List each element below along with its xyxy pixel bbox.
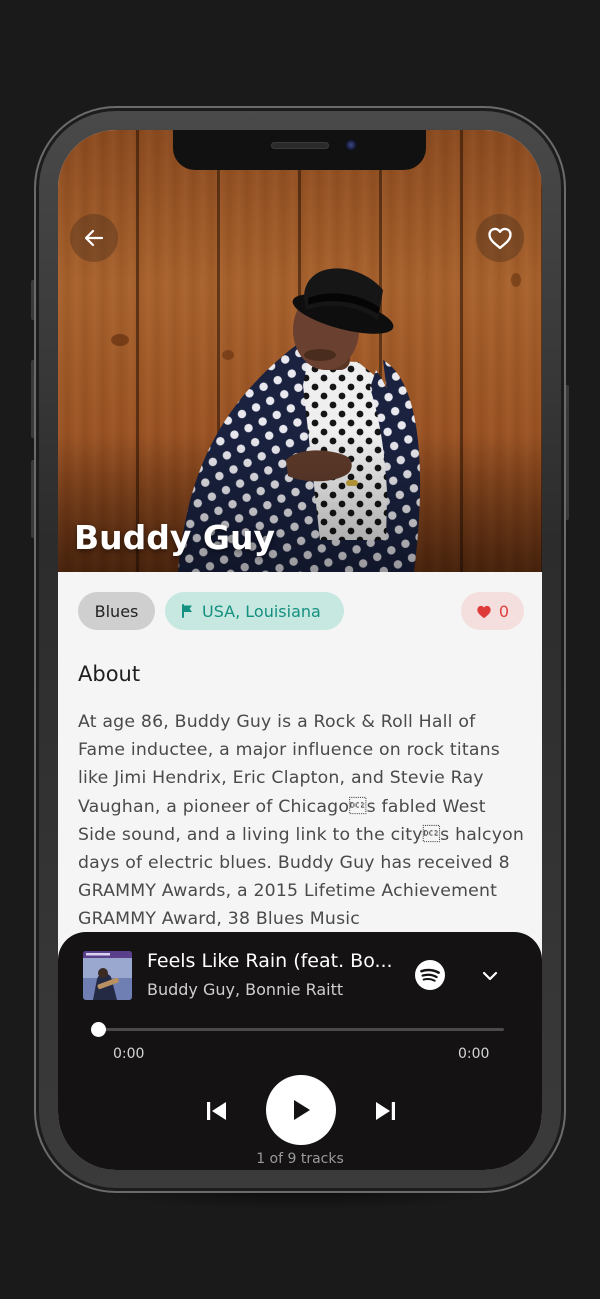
flag-icon bbox=[182, 604, 192, 618]
phone-speaker bbox=[271, 142, 329, 149]
track-title[interactable]: Feels Like Rain (feat. Bo... bbox=[147, 950, 402, 972]
track-artists[interactable]: Buddy Guy, Bonnie Raitt bbox=[147, 980, 343, 999]
likes-tag[interactable]: 0 bbox=[461, 592, 524, 630]
skip-next-icon bbox=[376, 1102, 395, 1120]
progress-slider[interactable] bbox=[91, 1022, 504, 1037]
play-button[interactable] bbox=[266, 1075, 336, 1145]
artist-hero: Buddy Guy bbox=[58, 130, 542, 572]
album-art[interactable] bbox=[83, 951, 132, 1000]
spotify-button[interactable] bbox=[414, 959, 446, 991]
next-track-button[interactable] bbox=[370, 1096, 400, 1126]
location-tag[interactable]: USA, Louisiana bbox=[165, 592, 344, 630]
mini-player: Feels Like Rain (feat. Bo... Buddy Guy, … bbox=[58, 932, 542, 1170]
location-label: USA, Louisiana bbox=[202, 601, 321, 621]
artist-name: Buddy Guy bbox=[74, 518, 275, 557]
stage: Buddy Guy Blues USA, Louisiana 0 About A… bbox=[0, 0, 600, 1299]
skip-previous-icon bbox=[207, 1102, 226, 1120]
artist-tags: Blues USA, Louisiana 0 bbox=[78, 592, 524, 632]
collapse-player-button[interactable] bbox=[476, 964, 504, 988]
phone-notch bbox=[173, 130, 426, 170]
app-screen: Buddy Guy Blues USA, Louisiana 0 About A… bbox=[58, 130, 542, 1170]
total-time: 0:00 bbox=[458, 1046, 490, 1062]
spotify-icon bbox=[415, 960, 445, 990]
progress-thumb[interactable] bbox=[91, 1022, 106, 1037]
album-art-image bbox=[83, 951, 132, 1000]
elapsed-time: 0:00 bbox=[113, 1046, 145, 1062]
previous-track-button[interactable] bbox=[202, 1096, 232, 1126]
genre-tag[interactable]: Blues bbox=[78, 592, 155, 630]
genre-label: Blues bbox=[94, 601, 139, 621]
favorite-button[interactable] bbox=[476, 214, 524, 262]
about-text: At age 86, Buddy Guy is a Rock & Roll Ha… bbox=[78, 712, 525, 930]
heart-outline-icon bbox=[488, 227, 512, 250]
heart-filled-icon bbox=[477, 605, 491, 618]
play-icon bbox=[294, 1100, 310, 1120]
track-count: 1 of 9 tracks bbox=[256, 1151, 344, 1167]
arrow-left-icon bbox=[84, 229, 104, 247]
likes-count: 0 bbox=[498, 601, 510, 621]
chevron-down-icon bbox=[482, 971, 498, 981]
front-camera bbox=[345, 139, 357, 151]
about-heading: About bbox=[78, 662, 141, 686]
back-button[interactable] bbox=[70, 214, 118, 262]
